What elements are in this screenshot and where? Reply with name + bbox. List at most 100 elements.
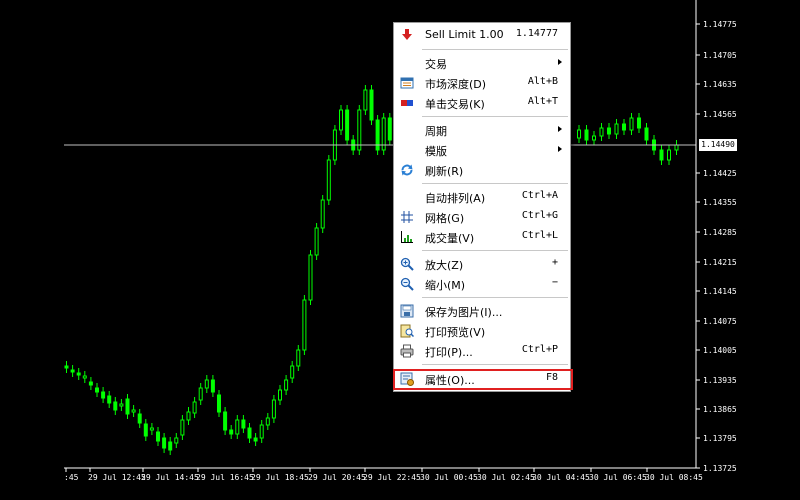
menu-separator xyxy=(422,49,568,50)
candle-body xyxy=(198,387,203,401)
time-tick-label: 29 Jul 22:45 xyxy=(363,473,421,482)
candle-body xyxy=(629,117,634,131)
price-tick-label: 1.14215 xyxy=(703,258,737,267)
menu-item-shortcut: Ctrl+G xyxy=(521,210,558,221)
menu-item-label: 打印预览(V) xyxy=(425,326,486,339)
candle-body xyxy=(314,227,319,256)
candle-body xyxy=(290,365,295,379)
candle-body xyxy=(156,431,160,442)
menu-item-print-preview[interactable]: 打印预览(V) xyxy=(394,321,570,341)
price-tick-label: 1.14075 xyxy=(703,317,737,326)
menu-item-zoom-in[interactable]: 放大(Z) + xyxy=(394,254,570,274)
menu-item-auto-arrange[interactable]: 自动排列(A) Ctrl+A xyxy=(394,187,570,207)
menu-item-refresh[interactable]: 刷新(R) xyxy=(394,160,570,180)
candle-body xyxy=(363,89,368,111)
candle-body xyxy=(76,372,81,376)
time-tick-label: :45 xyxy=(64,473,79,482)
menu-item-shortcut: Alt+T xyxy=(527,96,558,107)
menu-item-volumes[interactable]: 成交量(V) Ctrl+L xyxy=(394,227,570,247)
menu-item-print[interactable]: 打印(P)... Ctrl+P xyxy=(394,341,570,361)
menu-item-trade[interactable]: 交易 xyxy=(394,53,570,73)
candle-body xyxy=(339,109,343,131)
price-tick-label: 1.14775 xyxy=(703,20,737,29)
menu-item-one-click-trading[interactable]: 单击交易(K) Alt+T xyxy=(394,93,570,113)
menu-item-label: 单击交易(K) xyxy=(425,98,485,111)
candle-body xyxy=(204,379,209,389)
submenu-arrow-icon xyxy=(558,146,562,152)
candle-body xyxy=(95,387,99,393)
time-tick-label: 30 Jul 06:45 xyxy=(589,473,647,482)
properties-highlight-box xyxy=(393,369,573,390)
candle-body xyxy=(387,117,392,141)
one-click-trading-icon xyxy=(401,100,413,106)
menu-separator xyxy=(422,297,568,298)
menu-item-grid[interactable]: 网格(G) Ctrl+G xyxy=(394,207,570,227)
menu-item-label: 周期 xyxy=(425,125,447,138)
price-tick-label: 1.13725 xyxy=(703,464,737,473)
menu-item-label: 放大(Z) xyxy=(425,259,464,272)
menu-item-label: 模版 xyxy=(425,145,447,158)
menu-item-sell-limit[interactable]: Sell Limit 1.00 1.14777 xyxy=(394,25,570,45)
candle-body xyxy=(137,413,142,424)
menu-item-shortcut: Ctrl+P xyxy=(521,344,558,355)
time-tick-label: 29 Jul 20:45 xyxy=(308,473,366,482)
time-tick-label: 29 Jul 18:45 xyxy=(251,473,309,482)
price-tick-label: 1.13795 xyxy=(703,434,737,443)
candle-body xyxy=(614,123,619,135)
menu-item-label: 成交量(V) xyxy=(425,232,475,245)
candle-body xyxy=(162,437,167,449)
candle-body xyxy=(607,127,611,135)
candle-body xyxy=(101,391,106,399)
price-tick-label: 1.14005 xyxy=(703,346,737,355)
candle-body xyxy=(241,419,246,429)
candle-body xyxy=(577,129,581,139)
menu-item-save-as-picture[interactable]: 保存为图片(I)... xyxy=(394,301,570,321)
printer-icon xyxy=(400,344,414,358)
candle-body xyxy=(210,379,215,393)
candle-body xyxy=(131,409,136,413)
candle-body xyxy=(88,381,93,386)
menu-item-zoom-out[interactable]: 缩小(M) − xyxy=(394,274,570,294)
price-tick-label: 1.14565 xyxy=(703,110,737,119)
menu-separator xyxy=(422,364,568,365)
candle-body xyxy=(357,109,362,151)
price-tick-label: 1.14145 xyxy=(703,287,737,296)
menu-item-label: 刷新(R) xyxy=(425,165,464,178)
candle-body xyxy=(168,441,173,451)
candle-body xyxy=(326,159,331,201)
menu-item-label: 市场深度(D) xyxy=(425,78,487,91)
candle-body xyxy=(125,398,130,415)
menu-item-label: 交易 xyxy=(425,58,447,71)
candle-body xyxy=(192,401,197,414)
menu-item-label: 保存为图片(I)... xyxy=(425,306,503,319)
candle-body xyxy=(186,411,191,421)
candle-body xyxy=(278,389,282,401)
menu-separator xyxy=(422,250,568,251)
current-price-label: 1.14490 xyxy=(699,139,737,151)
candle-body xyxy=(369,89,374,121)
market-depth-icon xyxy=(400,77,414,89)
zoom-in-icon xyxy=(400,257,414,271)
candles xyxy=(64,85,679,455)
menu-item-label: 网格(G) xyxy=(425,212,465,225)
time-tick-label: 30 Jul 02:45 xyxy=(477,473,535,482)
candle-body xyxy=(174,437,179,444)
price-tick-label: 1.14635 xyxy=(703,80,737,89)
candle-body xyxy=(308,254,313,301)
price-tick-label: 1.14705 xyxy=(703,51,737,60)
candle-body xyxy=(637,117,641,129)
candle-body xyxy=(345,109,350,141)
candle-body xyxy=(296,349,301,367)
menu-item-templates[interactable]: 模版 xyxy=(394,140,570,160)
menu-item-label: 自动排列(A) xyxy=(425,192,486,205)
menu-item-market-depth[interactable]: 市场深度(D) Alt+B xyxy=(394,73,570,93)
candle-body xyxy=(584,129,589,141)
menu-item-shortcut: Alt+B xyxy=(527,76,558,87)
time-tick-label: 29 Jul 14:45 xyxy=(141,473,199,482)
candle-body xyxy=(247,427,252,439)
candle-body xyxy=(592,135,596,141)
menu-item-label: 缩小(M) xyxy=(425,279,466,292)
candle-body xyxy=(622,123,626,131)
menu-item-timeframes[interactable]: 周期 xyxy=(394,120,570,140)
refresh-icon xyxy=(401,164,413,176)
